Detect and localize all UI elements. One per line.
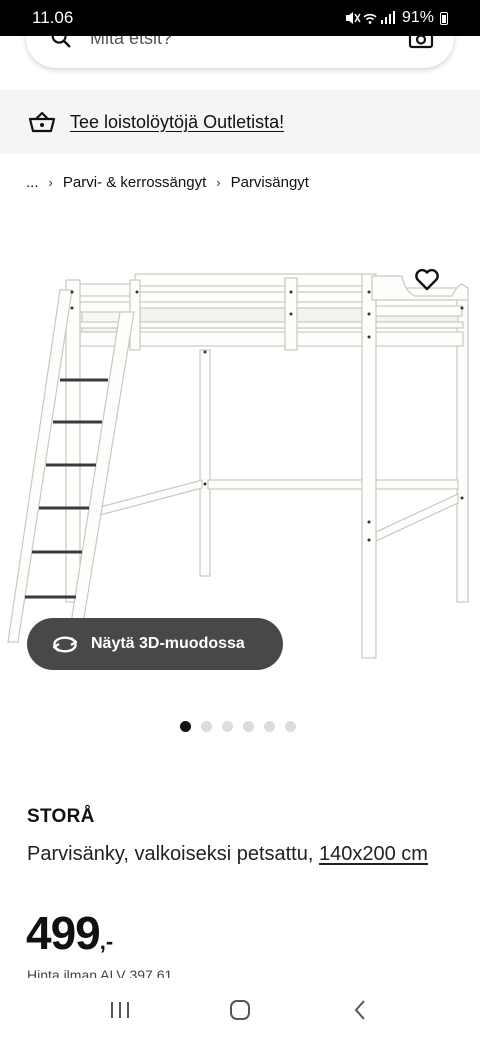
product-price: 499 ,- [26,906,113,960]
product-name: STORÅ [27,806,95,827]
breadcrumb-item-loft-bunk-beds[interactable]: Parvi- & kerrossängyt [63,174,206,191]
view-3d-label: Näytä 3D-muodossa [91,635,245,652]
home-button[interactable] [220,990,260,1030]
battery-icon [440,11,448,25]
carousel-dot-5[interactable] [264,721,275,732]
battery-percent-overlay: 91% [401,9,434,26]
price-decimal: ,- [99,929,114,954]
product-description-text: Parvisänky, valkoiseksi petsattu, [27,843,319,865]
carousel-dots [180,721,296,732]
status-indicators-overlay: 91% [344,9,448,27]
system-nav-bar [0,980,480,1040]
breadcrumb-item-loft-beds[interactable]: Parvisängyt [231,174,309,191]
back-button[interactable] [340,990,380,1030]
breadcrumb: ... › Parvi- & kerrossängyt › Parvisängy… [26,170,309,194]
carousel-dot-3[interactable] [222,721,233,732]
rotate-3d-icon [52,636,78,653]
favorite-button[interactable] [408,262,446,298]
chevron-right-icon: › [216,174,221,190]
home-icon [230,1000,250,1020]
product-description: Parvisänky, valkoiseksi petsattu, 140x20… [27,838,457,870]
breadcrumb-ellipsis[interactable]: ... [26,174,39,191]
back-icon [354,1000,365,1020]
status-time-overlay: 11.06 [32,8,74,27]
carousel-dot-4[interactable] [243,721,254,732]
status-bar-overlay: 11.06 91% [0,0,480,36]
price-excl-vat: Hinta ilman ALV 397,61 [27,967,173,978]
price-integer: 499 [26,907,101,959]
product-size-link[interactable]: 140x200 cm [319,843,428,865]
mute-wifi-signal-icon [345,11,395,24]
recent-apps-icon [111,1002,129,1018]
outlet-link[interactable]: Tee loistolöytöjä Outletista! [70,112,284,133]
chevron-right-icon: › [48,174,53,190]
carousel-dot-6[interactable] [285,721,296,732]
carousel-dot-2[interactable] [201,721,212,732]
heart-icon [415,268,439,291]
carousel-dot-1[interactable] [180,721,191,732]
basket-icon [28,111,56,133]
outlet-banner[interactable]: Tee loistolöytöjä Outletista! [0,90,480,154]
view-3d-button[interactable]: Näytä 3D-muodossa [27,618,283,670]
recent-apps-button[interactable] [100,990,140,1030]
